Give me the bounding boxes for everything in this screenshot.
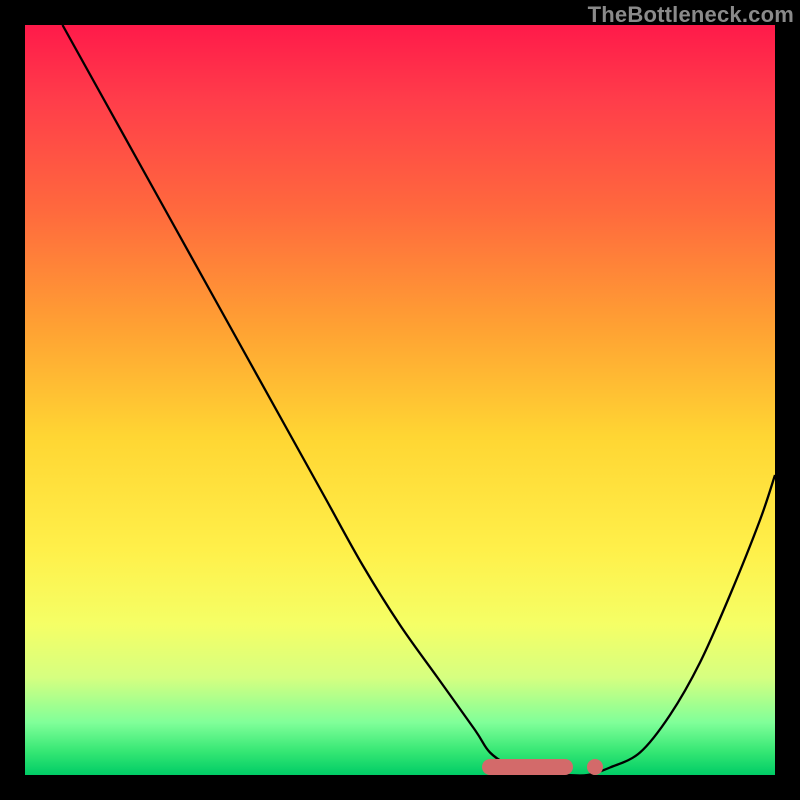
chart-container: TheBottleneck.com	[0, 0, 800, 800]
bottleneck-curve	[63, 25, 776, 776]
plot-svg	[25, 25, 775, 775]
optimal-point-marker	[587, 759, 603, 775]
watermark-label: TheBottleneck.com	[588, 2, 794, 28]
plot-area	[25, 25, 775, 775]
